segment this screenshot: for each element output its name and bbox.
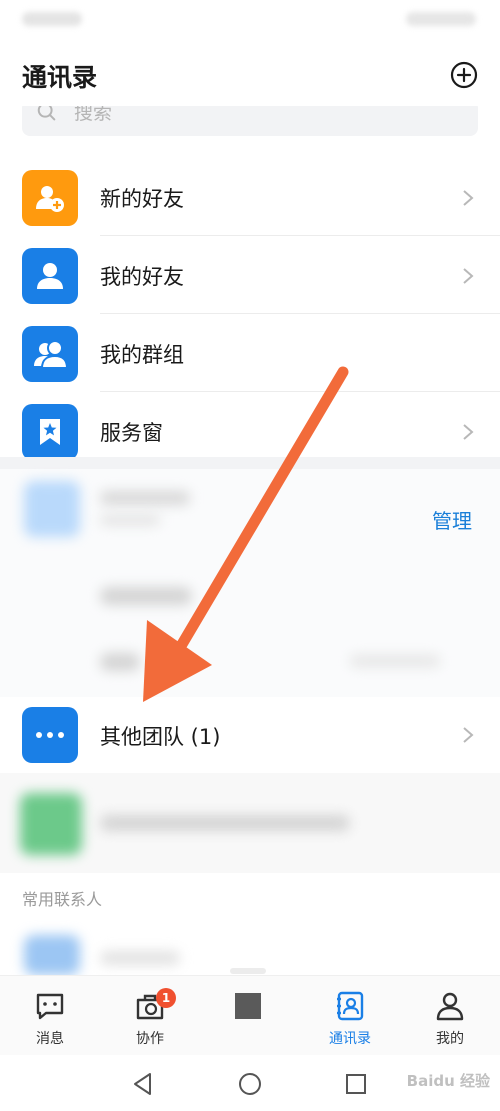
menu-label: 我的好友	[100, 265, 184, 289]
back-triangle-icon[interactable]	[130, 1071, 156, 1097]
frequent-contacts-blurred	[0, 915, 500, 975]
other-teams-label: 其他团队 (1)	[100, 725, 221, 749]
menu-label: 服务窗	[100, 421, 163, 445]
contact-avatar-blurred	[20, 793, 82, 855]
tab-center[interactable]	[200, 976, 300, 1056]
team-item-blurred	[100, 653, 140, 671]
profile-icon	[436, 992, 464, 1021]
frequent-contacts-title: 常用联系人	[22, 890, 103, 909]
bookmark-star-icon	[22, 404, 78, 460]
other-teams-row[interactable]: 其他团队 (1)	[0, 697, 500, 773]
tab-label: 协作	[136, 1031, 164, 1047]
more-dots-icon	[22, 707, 78, 763]
tab-label: 通讯录	[329, 1031, 371, 1047]
tab-messages[interactable]: 消息	[0, 976, 100, 1056]
tab-contacts[interactable]: 通讯录	[300, 976, 400, 1056]
add-circle-icon[interactable]	[450, 61, 478, 89]
menu-item-my-groups[interactable]: 我的群组	[0, 314, 500, 392]
chevron-right-icon	[463, 424, 474, 440]
watermark: Baidu 经验	[406, 1072, 490, 1090]
add-person-icon	[22, 170, 78, 226]
team-name-blurred	[100, 491, 190, 505]
team-sub-blurred	[100, 515, 160, 525]
bottom-tab-bar: 消息 1 协作 通讯录 我的	[0, 975, 500, 1055]
tab-collaboration[interactable]: 1 协作	[100, 976, 200, 1056]
group-icon	[22, 326, 78, 382]
tab-label: 我的	[436, 1031, 464, 1047]
section-gap	[0, 457, 500, 469]
header: 通讯录	[0, 44, 500, 106]
tab-profile[interactable]: 我的	[400, 976, 500, 1056]
home-circle-icon[interactable]	[237, 1071, 263, 1097]
frequent-name-blurred	[100, 951, 180, 965]
chevron-right-icon	[463, 190, 474, 206]
contact-name-blurred	[100, 815, 350, 831]
message-icon	[36, 993, 64, 1020]
person-icon	[22, 248, 78, 304]
team-avatar-blurred	[24, 481, 80, 537]
tab-label: 消息	[36, 1031, 64, 1047]
team-item-blurred	[350, 655, 440, 667]
menu-label: 我的群组	[100, 343, 184, 367]
contact-row-blurred	[0, 773, 500, 873]
team-item-blurred	[100, 587, 192, 605]
frequent-avatar-blurred	[24, 935, 80, 975]
notification-badge: 1	[156, 988, 176, 1008]
status-bar	[0, 0, 500, 44]
recents-square-icon[interactable]	[343, 1071, 369, 1097]
menu-item-my-friends[interactable]: 我的好友	[0, 236, 500, 314]
status-icons-blurred	[406, 12, 476, 26]
status-time-blurred	[22, 12, 82, 26]
menu-item-new-friends[interactable]: 新的好友	[0, 158, 500, 236]
manage-link[interactable]: 管理	[432, 505, 472, 534]
menu-label: 新的好友	[100, 187, 184, 211]
contacts-icon	[337, 991, 364, 1021]
page-title: 通讯录	[22, 63, 98, 92]
chevron-right-icon	[463, 268, 474, 284]
square-icon	[235, 993, 261, 1019]
drag-handle	[230, 968, 266, 974]
chevron-right-icon	[463, 727, 474, 743]
